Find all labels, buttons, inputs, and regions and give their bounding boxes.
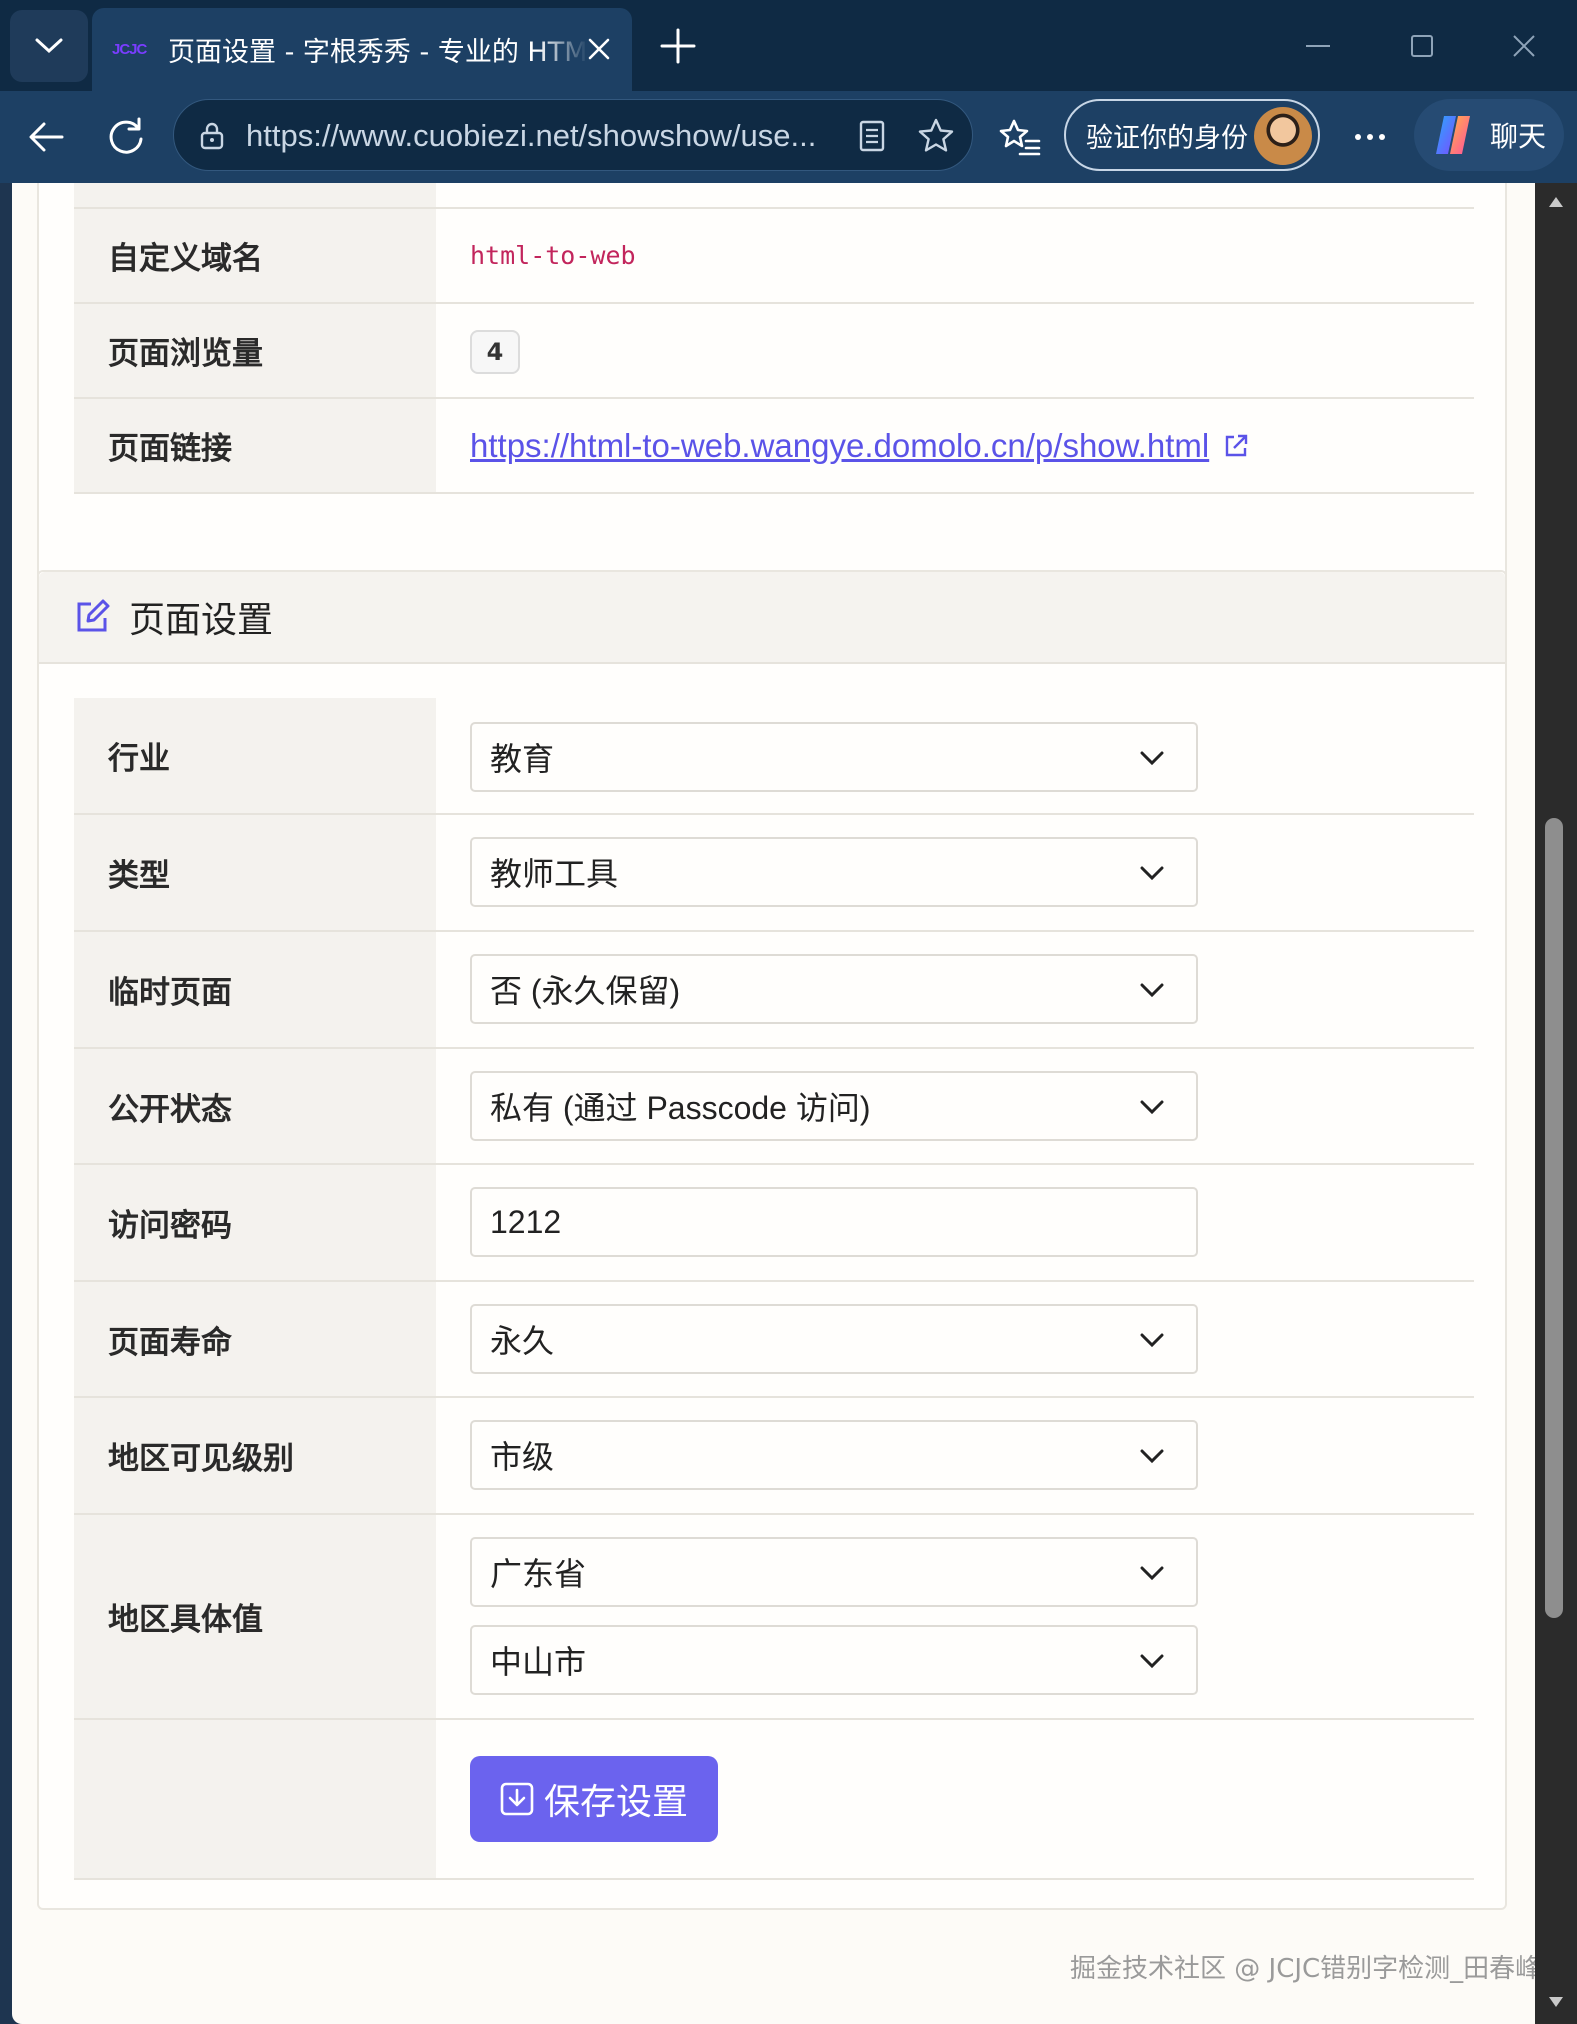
reload-icon[interactable]	[102, 113, 150, 161]
chevron-down-icon	[1140, 1566, 1164, 1581]
chevron-down-icon	[1140, 866, 1164, 881]
row-label: 行业	[74, 698, 436, 813]
maximize-icon[interactable]	[1400, 24, 1444, 68]
browser-tab-bar: JCJC 页面设置 - 字根秀秀 - 专业的 HTML	[0, 0, 1577, 91]
page-settings-card: 页面设置 行业 教育 类型 教师工具 临时页面 否 (永久保留) 公开状态 私有…	[37, 570, 1507, 1910]
info-row-domain: 自定义域名 html-to-web	[74, 209, 1474, 304]
url-text[interactable]: https://www.cuobiezi.net/showshow/use...	[246, 118, 826, 154]
settings-row-region-value: 地区具体值 广东省 中山市	[74, 1515, 1474, 1720]
copilot-icon	[1436, 116, 1470, 154]
row-value: html-to-web	[436, 209, 1474, 302]
page-link-text[interactable]: https://html-to-web.wangye.domolo.cn/p/s…	[470, 427, 1209, 465]
new-tab-plus-icon[interactable]	[656, 24, 700, 68]
settings-row-actions: 保存设置	[74, 1720, 1474, 1880]
lifetime-select[interactable]: 永久	[470, 1304, 1198, 1374]
select-value: 否 (永久保留)	[490, 973, 681, 1009]
edit-icon	[77, 599, 110, 632]
minimize-icon[interactable]	[1296, 24, 1340, 68]
settings-row-industry: 行业 教育	[74, 698, 1474, 815]
tab-title: 页面设置 - 字根秀秀 - 专业的 HTML	[168, 37, 588, 68]
chevron-down-icon	[1140, 1100, 1164, 1115]
type-select[interactable]: 教师工具	[470, 837, 1198, 907]
browser-address-bar: https://www.cuobiezi.net/showshow/use...…	[0, 91, 1577, 183]
chevron-down-icon	[1140, 1449, 1164, 1464]
page-link[interactable]: https://html-to-web.wangye.domolo.cn/p/s…	[470, 399, 1251, 492]
watermark: 掘金技术社区 @ JCJC错别字检测_田春峰	[1070, 1954, 1535, 1984]
row-label: 地区具体值	[74, 1515, 436, 1718]
chevron-down-icon	[35, 38, 63, 54]
public-status-select[interactable]: 私有 (通过 Passcode 访问)	[470, 1071, 1198, 1141]
select-value: 教师工具	[490, 856, 619, 892]
save-settings-button[interactable]: 保存设置	[470, 1756, 718, 1842]
scroll-up-arrow-icon[interactable]	[1547, 193, 1565, 211]
chat-label: 聊天	[1490, 120, 1547, 153]
site-info-lock-icon[interactable]	[196, 120, 228, 152]
row-value: 4	[436, 304, 1474, 397]
select-value: 市级	[490, 1439, 555, 1475]
tab-actions-button[interactable]	[10, 10, 88, 82]
more-options-icon[interactable]	[1346, 113, 1394, 161]
page-content: 自定义域名 html-to-web 页面浏览量 4 页面链接 https://h…	[12, 183, 1535, 2024]
info-row-hidden	[74, 183, 1474, 209]
row-label: 页面寿命	[74, 1282, 436, 1396]
card-title: 页面设置	[129, 600, 274, 641]
scroll-thumb[interactable]	[1545, 818, 1563, 1618]
row-label: 地区可见级别	[74, 1398, 436, 1513]
favorites-icon[interactable]	[996, 113, 1044, 161]
scroll-down-arrow-icon[interactable]	[1547, 1993, 1565, 2011]
external-link-icon	[1225, 434, 1248, 456]
browser-tab-active[interactable]: JCJC 页面设置 - 字根秀秀 - 专业的 HTML	[92, 8, 632, 91]
info-row-link: 页面链接 https://html-to-web.wangye.domolo.c…	[74, 399, 1474, 494]
select-value: 中山市	[490, 1644, 587, 1680]
views-count-badge: 4	[470, 330, 520, 374]
temporary-page-select[interactable]: 否 (永久保留)	[470, 954, 1198, 1024]
save-settings-label: 保存设置	[544, 1782, 689, 1823]
copilot-chat-button[interactable]: 聊天	[1414, 99, 1564, 171]
url-field[interactable]: https://www.cuobiezi.net/showshow/use...	[173, 99, 973, 171]
custom-domain-value: html-to-web	[470, 241, 636, 270]
card-header: 页面设置	[39, 572, 1505, 664]
row-label: 类型	[74, 815, 436, 930]
settings-row-temporary: 临时页面 否 (永久保留)	[74, 932, 1474, 1049]
row-label: 页面浏览量	[74, 304, 436, 397]
chevron-down-icon	[1140, 1333, 1164, 1348]
row-label: 临时页面	[74, 932, 436, 1047]
select-value: 永久	[490, 1323, 555, 1359]
settings-row-region-level: 地区可见级别 市级	[74, 1398, 1474, 1515]
settings-row-visibility: 公开状态 私有 (通过 Passcode 访问)	[74, 1049, 1474, 1165]
chevron-down-icon	[1140, 751, 1164, 766]
select-value: 私有 (通过 Passcode 访问)	[490, 1090, 871, 1126]
reader-view-icon[interactable]	[854, 118, 890, 154]
row-value: https://html-to-web.wangye.domolo.cn/p/s…	[436, 399, 1474, 492]
city-select[interactable]: 中山市	[470, 1625, 1198, 1695]
verify-identity-button[interactable]: 验证你的身份	[1064, 99, 1320, 171]
download-save-icon	[500, 1782, 534, 1816]
page-scrollbar[interactable]	[1535, 183, 1577, 2024]
select-value: 教育	[490, 741, 555, 777]
row-label: 访问密码	[74, 1165, 436, 1280]
close-icon[interactable]	[586, 36, 612, 62]
row-label: 页面链接	[74, 399, 436, 492]
province-select[interactable]: 广东省	[470, 1537, 1198, 1607]
star-favorite-icon[interactable]	[916, 116, 956, 156]
chevron-down-icon	[1140, 1654, 1164, 1669]
settings-row-type: 类型 教师工具	[74, 815, 1474, 932]
chevron-down-icon	[1140, 983, 1164, 998]
settings-row-lifetime: 页面寿命 永久	[74, 1282, 1474, 1398]
row-label: 自定义域名	[74, 209, 436, 302]
window-close-icon[interactable]	[1502, 24, 1546, 68]
passcode-input[interactable]: 1212	[470, 1187, 1198, 1257]
site-favicon-icon: JCJC	[112, 41, 147, 58]
avatar	[1254, 107, 1312, 165]
info-row-views: 页面浏览量 4	[74, 304, 1474, 399]
back-arrow-icon[interactable]	[22, 113, 70, 161]
select-value: 广东省	[490, 1556, 587, 1592]
row-label: 公开状态	[74, 1049, 436, 1163]
region-level-select[interactable]: 市级	[470, 1420, 1198, 1490]
industry-select[interactable]: 教育	[470, 722, 1198, 792]
settings-row-passcode: 访问密码 1212	[74, 1165, 1474, 1282]
verify-identity-label: 验证你的身份	[1086, 122, 1248, 154]
